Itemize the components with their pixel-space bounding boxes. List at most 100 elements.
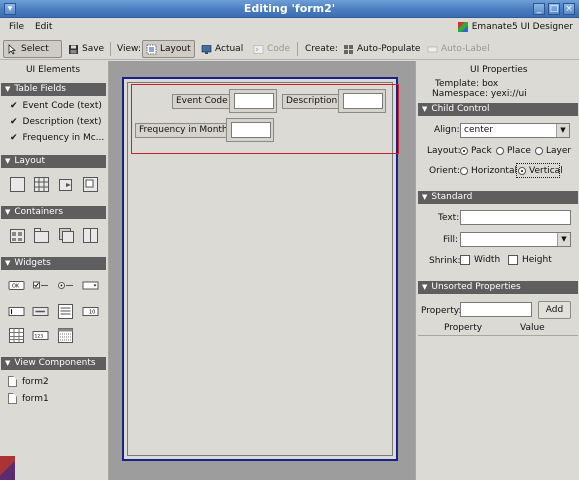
view-component-item[interactable]: form1 xyxy=(8,393,49,404)
select-button[interactable]: Select xyxy=(3,40,62,58)
text-input[interactable] xyxy=(460,210,571,225)
section-widgets[interactable]: ▼ Widgets xyxy=(1,257,106,270)
stack-layout-icon[interactable] xyxy=(58,176,75,193)
event-code-label[interactable]: Event Code xyxy=(172,94,232,109)
layer-layout-icon[interactable] xyxy=(82,176,99,193)
fill-select[interactable]: ▼ xyxy=(460,232,571,247)
description-label[interactable]: Description xyxy=(282,94,342,109)
section-label: Containers xyxy=(14,207,64,217)
form-frame[interactable]: Event Code Description Frequency in Mont… xyxy=(122,77,399,461)
selected-box-container[interactable]: Event Code Description Frequency in Mont… xyxy=(131,84,399,154)
checkbox-label: Width xyxy=(474,255,501,265)
table-field-label: Event Code (text) xyxy=(22,101,102,111)
event-code-input[interactable] xyxy=(234,93,274,109)
checkbox-label: Height xyxy=(522,255,552,265)
spinner-widget-icon[interactable]: 10 xyxy=(82,303,99,320)
deck-icon[interactable] xyxy=(58,227,75,244)
shrink-height-checkbox[interactable]: Height xyxy=(508,255,552,265)
table-field-item[interactable]: ✔ Frequency in Mc... xyxy=(10,133,104,143)
radio-icon xyxy=(518,167,526,175)
collapse-triangle-icon: ▼ xyxy=(422,193,428,201)
auto-populate-icon xyxy=(344,44,353,54)
section-table-fields[interactable]: ▼ Table Fields xyxy=(1,83,106,96)
layout-layer-radio[interactable]: Layer xyxy=(535,146,571,156)
orient-label: Orient: xyxy=(429,166,461,176)
view-component-label: form1 xyxy=(22,393,49,404)
section-standard[interactable]: ▼ Standard xyxy=(418,191,578,204)
radio-widget-icon[interactable] xyxy=(57,277,74,294)
section-child-control[interactable]: ▼ Child Control xyxy=(418,103,578,116)
table-field-label: Description (text) xyxy=(22,117,102,127)
table-field-item[interactable]: ✔ Event Code (text) xyxy=(10,101,102,111)
menulist-widget-icon[interactable] xyxy=(82,277,99,294)
frequency-label[interactable]: Frequency in Months xyxy=(135,123,237,138)
calendar-widget-icon[interactable] xyxy=(57,327,74,344)
box-layout-icon[interactable] xyxy=(9,176,26,193)
actual-view-button[interactable]: Actual xyxy=(198,40,246,58)
radio-icon xyxy=(535,147,543,155)
design-canvas[interactable]: Event Code Description Frequency in Mont… xyxy=(109,61,415,480)
close-icon[interactable]: × xyxy=(563,3,575,15)
description-input[interactable] xyxy=(343,93,383,109)
add-property-button[interactable]: Add xyxy=(538,301,571,319)
section-unsorted-properties[interactable]: ▼ Unsorted Properties xyxy=(418,281,578,294)
orient-vertical-radio[interactable]: Vertical xyxy=(518,166,563,176)
document-icon xyxy=(8,376,17,387)
groupbox-icon[interactable] xyxy=(9,227,26,244)
select-label: Select xyxy=(21,44,49,54)
code-view-button[interactable]: Code xyxy=(250,40,293,58)
table-field-label: Frequency in Mc... xyxy=(22,133,105,143)
collapse-triangle-icon: ▼ xyxy=(5,85,11,93)
save-button[interactable]: Save xyxy=(65,40,107,58)
view-component-item[interactable]: form2 xyxy=(8,376,49,387)
brand-logo-icon xyxy=(457,22,468,32)
toolbar: Select Save View: Layout Actual Code Cre… xyxy=(0,38,579,60)
text-label: Text: xyxy=(438,213,460,223)
splitter-icon[interactable] xyxy=(82,227,99,244)
button-widget-icon[interactable]: OK xyxy=(8,277,25,294)
auto-label-button[interactable]: Auto-Label xyxy=(424,40,493,58)
svg-text:123: 123 xyxy=(35,334,44,340)
menu-edit[interactable]: Edit xyxy=(35,22,52,32)
maximize-icon[interactable]: □ xyxy=(548,3,560,15)
label-widget-icon[interactable] xyxy=(32,303,49,320)
radio-icon xyxy=(496,147,504,155)
grid-layout-icon[interactable] xyxy=(33,176,50,193)
collapse-triangle-icon: ▼ xyxy=(5,157,11,165)
section-view-components[interactable]: ▼ View Components xyxy=(1,357,106,370)
datepicker-widget-icon[interactable]: 123 xyxy=(32,327,49,344)
menu-bar: File Edit Emanate5 UI Designer xyxy=(0,18,579,38)
shrink-width-checkbox[interactable]: Width xyxy=(460,255,500,265)
section-containers[interactable]: ▼ Containers xyxy=(1,206,106,219)
collapse-triangle-icon: ▼ xyxy=(5,359,11,367)
tabbox-icon[interactable] xyxy=(33,227,50,244)
value-column-header: Value xyxy=(520,323,545,333)
property-input[interactable] xyxy=(460,302,532,317)
checkbox-widget-icon[interactable] xyxy=(32,277,49,294)
property-column-header: Property xyxy=(444,323,483,333)
auto-label-label: Auto-Label xyxy=(441,44,490,54)
layout-place-radio[interactable]: Place xyxy=(496,146,531,156)
panel-title: UI Elements xyxy=(25,65,81,75)
minimize-icon[interactable]: _ xyxy=(533,3,545,15)
form-body[interactable]: Event Code Description Frequency in Mont… xyxy=(127,82,399,456)
menu-file[interactable]: File xyxy=(9,22,24,32)
create-label: Create: xyxy=(305,44,338,54)
table-field-item[interactable]: ✔ Description (text) xyxy=(10,117,101,127)
section-layout[interactable]: ▼ Layout xyxy=(1,155,106,168)
event-code-field[interactable] xyxy=(229,89,277,113)
align-select[interactable]: center ▼ xyxy=(460,123,570,138)
layout-label: Layout xyxy=(160,44,191,54)
listbox-widget-icon[interactable] xyxy=(57,303,74,320)
svg-text:10: 10 xyxy=(89,310,95,316)
description-field[interactable] xyxy=(338,89,386,113)
frequency-field[interactable] xyxy=(226,118,274,142)
orient-horizontal-radio[interactable]: Horizontal xyxy=(460,166,517,176)
textbox-widget-icon[interactable] xyxy=(8,303,25,320)
ui-properties-panel: UI Properties Template: box Namespace: y… xyxy=(415,61,579,480)
auto-populate-button[interactable]: Auto-Populate xyxy=(340,40,423,58)
grid-widget-icon[interactable] xyxy=(8,327,25,344)
frequency-input[interactable] xyxy=(231,122,271,138)
layout-pack-radio[interactable]: Pack xyxy=(460,146,492,156)
layout-view-button[interactable]: Layout xyxy=(142,40,195,58)
